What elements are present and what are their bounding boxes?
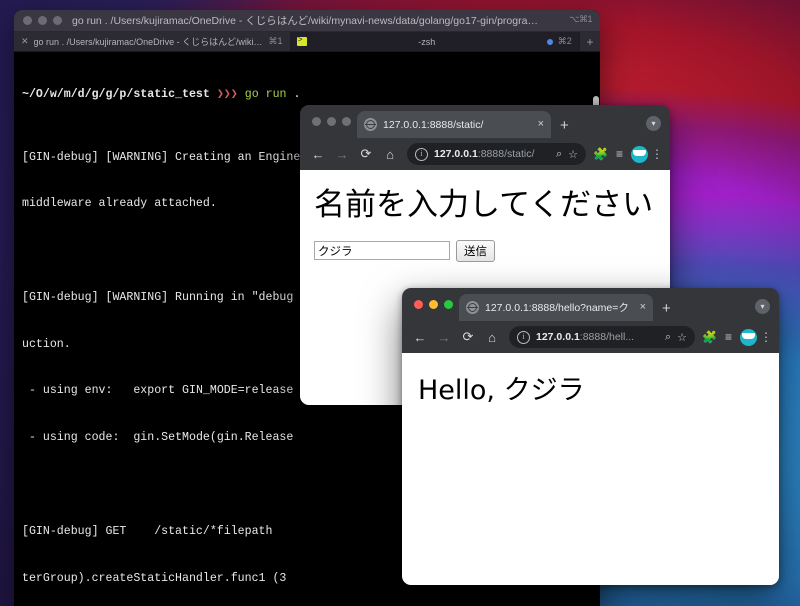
zoom-icon[interactable]: ⌕: [665, 331, 671, 344]
terminal-zoom-button[interactable]: [53, 16, 62, 25]
tab-search-icon[interactable]: ▾: [646, 116, 661, 131]
browser-window-hello[interactable]: 127.0.0.1:8888/hello?name=ク × + ▾ ← → ⟳ …: [402, 288, 779, 585]
browser-tabstrip-hello[interactable]: 127.0.0.1:8888/hello?name=ク × + ▾: [402, 288, 779, 321]
browser-toolbar-hello[interactable]: ← → ⟳ ⌂ i 127.0.0.1:8888/hell... ⌕ ☆ 🧩 ≡…: [402, 321, 779, 353]
address-bar-hello[interactable]: i 127.0.0.1:8888/hell... ⌕ ☆: [509, 326, 695, 348]
forward-button[interactable]: →: [432, 325, 456, 349]
terminal-minimize-button[interactable]: [38, 16, 47, 25]
prompt-command: go run: [244, 88, 287, 102]
terminal-tabbar[interactable]: ✕ go run . /Users/kujiramac/OneDrive - く…: [14, 32, 600, 52]
terminal-tab-1[interactable]: ✕ go run . /Users/kujiramac/OneDrive - く…: [14, 32, 290, 51]
window-close-button[interactable]: [414, 300, 423, 309]
reload-button[interactable]: ⟳: [456, 325, 480, 349]
browser-tab-title: 127.0.0.1:8888/static/: [383, 118, 484, 131]
close-icon[interactable]: ×: [538, 119, 544, 130]
forward-button[interactable]: →: [330, 142, 354, 166]
terminal-tab-2-shortcut: ⌘2: [557, 36, 572, 46]
profile-avatar-icon[interactable]: [740, 328, 757, 346]
close-icon[interactable]: ✕: [21, 37, 29, 46]
name-input[interactable]: [314, 241, 450, 261]
window-minimize-button[interactable]: [327, 117, 336, 126]
profile-avatar-icon[interactable]: [631, 145, 648, 163]
terminal-title: go run . /Users/kujiramac/OneDrive - くじら…: [72, 15, 579, 27]
zoom-icon[interactable]: ⌕: [556, 148, 562, 161]
reading-list-icon[interactable]: ≡: [610, 147, 629, 161]
terminal-title-shortcut: ⌥⌘1: [569, 14, 592, 24]
chrome-menu-icon[interactable]: ⋮: [650, 147, 664, 161]
terminal-tab-1-label: go run . /Users/kujiramac/OneDrive - くじら…: [33, 37, 264, 47]
terminal-tab-2-label: -zsh: [418, 36, 436, 47]
terminal-close-button[interactable]: [23, 16, 32, 25]
back-button[interactable]: ←: [306, 142, 330, 166]
extensions-icon[interactable]: 🧩: [700, 330, 719, 344]
reading-list-icon[interactable]: ≡: [719, 330, 738, 344]
back-button[interactable]: ←: [408, 325, 432, 349]
globe-icon: [466, 301, 479, 314]
prompt-argument: .: [293, 88, 301, 102]
address-bar-text: 127.0.0.1:8888/static/: [434, 148, 550, 160]
globe-icon: [364, 118, 377, 131]
desktop: go run . /Users/kujiramac/OneDrive - くじら…: [0, 0, 800, 606]
prompt-arrow: ❯❯❯: [216, 88, 238, 102]
reload-button[interactable]: ⟳: [354, 142, 378, 166]
address-bar-text: 127.0.0.1:8888/hell...: [536, 331, 659, 343]
terminal-traffic-lights[interactable]: [23, 16, 62, 25]
tab-search-icon[interactable]: ▾: [755, 299, 770, 314]
page-title: Hello, クジラ: [418, 375, 585, 406]
name-form[interactable]: 送信: [300, 224, 670, 262]
browser-traffic-lights-hello[interactable]: [410, 288, 459, 321]
chrome-menu-icon[interactable]: ⋮: [759, 330, 773, 344]
site-info-icon[interactable]: i: [415, 147, 428, 161]
terminal-tab-1-shortcut: ⌘1: [268, 36, 283, 46]
site-info-icon[interactable]: i: [517, 330, 530, 344]
terminal-titlebar[interactable]: go run . /Users/kujiramac/OneDrive - くじら…: [14, 10, 600, 32]
terminal-tab-2[interactable]: -zsh ⌘2: [289, 32, 579, 51]
page-content-hello: Hello, クジラ: [402, 353, 779, 585]
new-tab-button[interactable]: +: [560, 118, 569, 133]
shell-icon: [296, 36, 307, 46]
bookmark-star-icon[interactable]: ☆: [568, 148, 578, 161]
browser-tab-static[interactable]: 127.0.0.1:8888/static/ ×: [357, 111, 551, 138]
terminal-new-tab-button[interactable]: +: [579, 32, 600, 51]
home-button[interactable]: ⌂: [480, 325, 504, 349]
home-button[interactable]: ⌂: [378, 142, 402, 166]
window-close-button[interactable]: [312, 117, 321, 126]
close-icon[interactable]: ×: [640, 302, 646, 313]
terminal-prompt-line: ~/O/w/m/d/g/g/p/static_test ❯❯❯ go run .: [22, 87, 600, 103]
browser-toolbar-static[interactable]: ← → ⟳ ⌂ i 127.0.0.1:8888/static/ ⌕ ☆ 🧩 ≡…: [300, 138, 670, 170]
address-host: 127.0.0.1: [434, 148, 478, 160]
browser-tab-hello[interactable]: 127.0.0.1:8888/hello?name=ク ×: [459, 294, 653, 321]
prompt-path: ~/O/w/m/d/g/g/p/static_test: [22, 88, 210, 102]
bookmark-star-icon[interactable]: ☆: [677, 331, 687, 344]
browser-tab-title: 127.0.0.1:8888/hello?name=ク: [485, 302, 629, 314]
window-minimize-button[interactable]: [429, 300, 438, 309]
address-host: 127.0.0.1: [536, 331, 580, 343]
browser-tabstrip-static[interactable]: 127.0.0.1:8888/static/ × + ▾: [300, 105, 670, 138]
address-bar-static[interactable]: i 127.0.0.1:8888/static/ ⌕ ☆: [407, 143, 586, 165]
page-title: 名前を入力してください: [314, 187, 654, 223]
submit-button[interactable]: 送信: [456, 239, 495, 262]
new-tab-button[interactable]: +: [662, 301, 671, 316]
window-maximize-button[interactable]: [444, 300, 453, 309]
browser-traffic-lights-static[interactable]: [308, 105, 357, 138]
extensions-icon[interactable]: 🧩: [591, 147, 610, 161]
activity-dot-icon: [546, 38, 553, 45]
address-path: :8888/static/: [477, 148, 535, 160]
window-maximize-button[interactable]: [342, 117, 351, 126]
address-path: :8888/hell...: [579, 331, 635, 343]
